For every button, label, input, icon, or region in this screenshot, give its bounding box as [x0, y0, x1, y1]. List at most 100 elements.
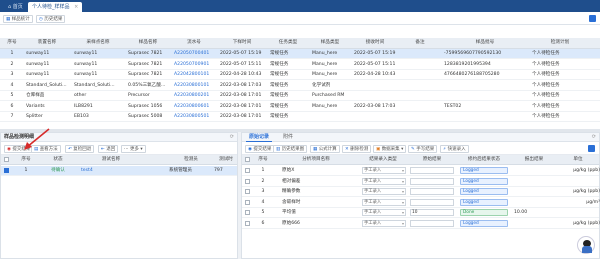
table-row[interactable]: 2 sunway11 sunway11 Suprasec 7821 A220507009… [0, 60, 600, 70]
table-cell[interactable]: A22050700901 [174, 60, 218, 70]
refresh-icon[interactable]: ⟳ [592, 133, 596, 142]
col-header[interactable]: 结果录入类型 [360, 155, 406, 165]
table-cell[interactable]: A22030800101 [174, 81, 218, 91]
col-header[interactable]: 报出结果 [512, 155, 556, 165]
table-row[interactable]: 3 精确参数 手工录入 Logged μg/kg (ppb) [242, 187, 600, 197]
row-checkbox[interactable] [245, 168, 250, 173]
col-header[interactable]: 分析项目名称 [276, 155, 356, 165]
tab-home[interactable]: ⌂ 首页 [4, 2, 27, 12]
table-row[interactable]: 3 sunway11 sunway11 Suprasec 7821 A220428001… [0, 70, 600, 80]
more-button[interactable]: ⋯ 更多 ▾ [121, 145, 146, 153]
col-header[interactable]: 样品批号 [442, 38, 528, 48]
row-checkbox[interactable] [245, 220, 250, 226]
table-row[interactable]: 1 sunway11 sunway11 Suprasec 7821 A220507004… [0, 49, 600, 59]
history-chart-button[interactable]: ▥ 历史结果图 [273, 145, 308, 153]
raw-result-input[interactable] [410, 198, 454, 206]
formula-calc-button[interactable]: ▦ 公式计算 [310, 145, 340, 153]
raw-result-input[interactable] [410, 219, 454, 227]
col-header[interactable]: 接收时间 [352, 38, 398, 48]
chevron-down-icon: ▾ [399, 147, 404, 152]
history-results-button[interactable]: ◷ 历史结果 [36, 15, 66, 23]
tab-raw-record[interactable]: 原始记录 [246, 133, 273, 142]
table-cell[interactable]: A22030800201 [174, 91, 218, 101]
raw-result-input[interactable] [410, 167, 454, 174]
close-icon[interactable]: × [74, 4, 78, 10]
row-checkbox[interactable] [245, 178, 250, 184]
table-cell[interactable]: A22030800601 [174, 102, 218, 112]
col-header[interactable]: 装置名称 [24, 38, 70, 48]
col-header[interactable]: 样品名称 [126, 38, 170, 48]
table-row[interactable]: 4 Standard_Soluti... Standard_Soluti... 0.0… [0, 81, 600, 91]
row-checkbox[interactable] [245, 199, 250, 205]
handwrite-result-button[interactable]: ✎ 手写结果 [408, 145, 438, 153]
table-row[interactable]: 7 Splitter EB103 Suprasec 5008 A22030800501 2… [0, 112, 600, 122]
table-cell: 2022-03-08 17:01 [220, 103, 262, 109]
cell-test-name[interactable]: test4 [81, 166, 141, 176]
refresh-icon[interactable]: ⟳ [230, 133, 234, 142]
row-checkbox[interactable] [245, 189, 250, 194]
col-header[interactable]: 序号 [2, 38, 22, 48]
table-cell [354, 112, 400, 122]
col-header[interactable]: 样品类型 [310, 38, 350, 48]
col-header[interactable]: 序号 [252, 155, 274, 165]
entry-type-select[interactable]: 手工录入 [362, 188, 406, 195]
detail-row[interactable]: 1 待确认 test4 系统管理员 797 [1, 166, 237, 176]
col-header[interactable]: 流水号 [172, 38, 216, 48]
entry-type-select[interactable]: 手工录入 [362, 219, 406, 227]
col-header[interactable]: 采样点名称 [72, 38, 124, 48]
table-cell[interactable]: A22030800501 [174, 112, 218, 122]
col-header[interactable]: 测试名称 [75, 155, 147, 165]
table-row[interactable]: 4 含碳样时 手工录入 Logged μg/m³ [242, 198, 600, 208]
col-header[interactable]: 状态 [43, 155, 73, 165]
table-cell: 2022-04-28 10:43 [354, 72, 396, 77]
detail-table-header: 序号 状态 测试名称 检测员 测试时 [1, 155, 237, 165]
col-header[interactable]: 序号 [11, 155, 41, 165]
settings-icon[interactable] [588, 145, 595, 152]
col-header[interactable]: 修约后结果状态 [458, 155, 510, 165]
col-header[interactable]: 任务类型 [268, 38, 308, 48]
table-row[interactable]: 6 原始666 手工录入 Logged μg/kg (ppb) [242, 219, 600, 229]
col-header[interactable]: 检测员 [169, 155, 213, 165]
settings-icon[interactable] [589, 15, 596, 22]
table-row[interactable]: 5 平均值 手工录入 10 Done 10.00 [242, 208, 599, 218]
quick-entry-button[interactable]: ⚡ 快速录入 [440, 145, 469, 153]
cell-unit [556, 177, 600, 187]
tab-attachments[interactable]: 附件 [280, 133, 296, 142]
entry-type-select[interactable]: 手工录入 [362, 177, 406, 185]
entry-type-select[interactable]: 手工录入 [362, 198, 406, 206]
sample-stats-button[interactable]: ▦ 样品统计 [3, 15, 33, 23]
assistant-avatar[interactable] [577, 236, 595, 254]
col-header[interactable]: 单位 [558, 155, 598, 165]
col-header[interactable]: 测试时 [214, 155, 238, 165]
raw-result-input[interactable]: 10 [410, 209, 454, 216]
select-all-checkbox[interactable] [4, 157, 9, 162]
cell-unit [556, 208, 600, 218]
delete-test-button[interactable]: ✕ 删除检测 [342, 145, 372, 153]
entry-type-select[interactable]: 手工录入 [362, 167, 406, 174]
col-header[interactable]: 原始结果 [410, 155, 454, 165]
return-button[interactable]: ⇤ 退回 [98, 145, 119, 153]
table-cell[interactable]: A22042800101 [174, 70, 218, 80]
raw-result-input[interactable] [410, 188, 454, 195]
col-header[interactable]: 下样时间 [218, 38, 266, 48]
table-row[interactable]: 6 Variants ILB8291 Suprasec 1056 A2203080060… [0, 102, 600, 112]
entry-type-select[interactable]: 手工录入 [362, 209, 406, 216]
table-cell[interactable]: A22050700401 [174, 49, 218, 59]
row-checkbox[interactable] [4, 168, 9, 173]
table-cell: 常规任务 [270, 93, 289, 98]
table-cell: Suprasec 7821 [128, 61, 163, 67]
table-row[interactable]: 1 原始X 手工录入 Logged μg/kg (ppb) [242, 166, 600, 176]
col-header[interactable]: 备注 [400, 38, 440, 48]
row-checkbox[interactable] [245, 210, 250, 215]
recheck-back-button[interactable]: ↶ 复检回退 [65, 145, 95, 153]
submit-result-button[interactable]: ◉ 提交结果 [245, 145, 275, 153]
table-row[interactable]: 2 相对偏差 手工录入 Logged [242, 177, 599, 187]
data-collect-button[interactable]: ▣ 数据采集 ▾ [373, 145, 407, 153]
col-header[interactable]: 检测计划 [530, 38, 590, 48]
table-row[interactable]: 5 仓库样品 other Precursor A22030800201 2022-03-0… [0, 91, 600, 101]
select-all-checkbox[interactable] [245, 157, 250, 162]
raw-result-input[interactable] [410, 177, 454, 185]
table-cell [444, 81, 530, 91]
cell-unit: μg/kg (ppb) [573, 220, 600, 226]
tab-pending-samples[interactable]: 个人待检_样样品 × [28, 2, 83, 12]
